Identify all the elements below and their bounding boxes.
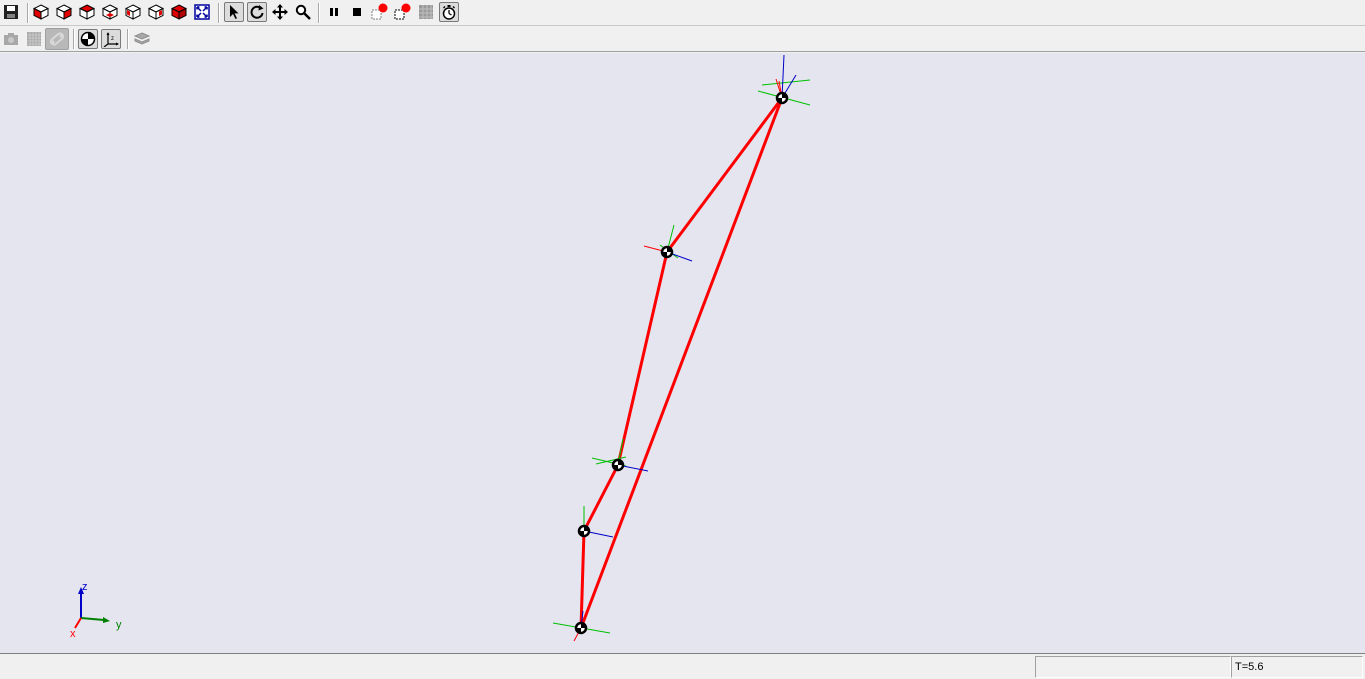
link-upper-to-middle-joint [616, 250, 669, 467]
link-icon [49, 32, 65, 46]
triad-label-x: x [70, 628, 76, 640]
record-sequence-button[interactable] [393, 2, 413, 22]
zoom-tool-button[interactable] [293, 2, 313, 22]
pause-icon [330, 8, 338, 16]
show-frames-toggle[interactable]: z [101, 29, 121, 49]
view-iso-button[interactable] [169, 2, 189, 22]
status-time: T=5.6 [1231, 656, 1363, 678]
pan-tool-button[interactable] [270, 2, 290, 22]
layers-button[interactable] [132, 29, 152, 49]
timer-button[interactable] [439, 2, 459, 22]
view-top-button[interactable] [77, 2, 97, 22]
grid-disabled-button[interactable] [416, 2, 436, 22]
layers-icon [134, 32, 150, 45]
cube-right-icon [148, 4, 164, 20]
mechanism-links [579, 96, 784, 630]
zoom-fit-icon [194, 4, 210, 20]
grid-icon [419, 5, 433, 19]
cube-front-icon [33, 4, 49, 20]
record-sequence-icon [394, 3, 411, 20]
magnifier-icon [295, 4, 311, 20]
center-of-mass-icon [80, 31, 96, 47]
joint-frame-top [757, 54, 811, 106]
main-toolbar [0, 0, 1365, 26]
triad-label-y: y [116, 619, 122, 631]
view-right-button[interactable] [146, 2, 166, 22]
rotate-icon [250, 5, 264, 19]
record-frame-button[interactable] [370, 2, 390, 22]
camera-button[interactable] [1, 29, 21, 49]
view-front-button[interactable] [31, 2, 51, 22]
pause-button[interactable] [324, 2, 344, 22]
move-arrows-icon [272, 4, 288, 20]
joint-frame-middle [591, 438, 649, 472]
center-of-mass-toggle[interactable] [78, 29, 98, 49]
view-left-button[interactable] [123, 2, 143, 22]
status-bar: T=5.6 [0, 653, 1365, 679]
save-button[interactable] [1, 2, 21, 22]
camera-icon [4, 33, 18, 45]
stopwatch-icon [442, 5, 456, 20]
cube-top-icon [79, 4, 95, 20]
stop-button[interactable] [347, 2, 367, 22]
3d-viewport[interactable]: z y x [0, 53, 1365, 653]
cube-bottom-icon [102, 4, 118, 20]
select-tool-button[interactable] [224, 2, 244, 22]
rotate-tool-button[interactable] [247, 2, 267, 22]
axis-triad: z y x [70, 581, 122, 640]
mesh-button[interactable] [24, 29, 44, 49]
link-middle-to-lower-joint [582, 463, 620, 533]
link-top-to-base [579, 96, 784, 630]
view-back-button[interactable] [54, 2, 74, 22]
axes-frame-icon: z [103, 32, 119, 47]
mesh-icon [27, 32, 41, 46]
record-frame-icon [371, 3, 388, 20]
triad-label-z: z [82, 581, 88, 593]
floppy-disk-icon [4, 5, 18, 19]
status-message [1035, 656, 1231, 678]
view-bottom-button[interactable] [100, 2, 120, 22]
cube-iso-icon [171, 4, 187, 20]
cube-back-icon [56, 4, 72, 20]
cube-left-icon [125, 4, 141, 20]
secondary-toolbar: z [0, 26, 1365, 52]
scene-canvas: z y x [70, 54, 811, 642]
zoom-fit-button[interactable] [192, 2, 212, 22]
svg-text:z: z [111, 36, 114, 42]
link-top-to-upper-joint [665, 96, 784, 254]
link-button[interactable] [45, 28, 69, 50]
cursor-arrow-icon [230, 5, 239, 19]
stop-icon [353, 8, 361, 16]
